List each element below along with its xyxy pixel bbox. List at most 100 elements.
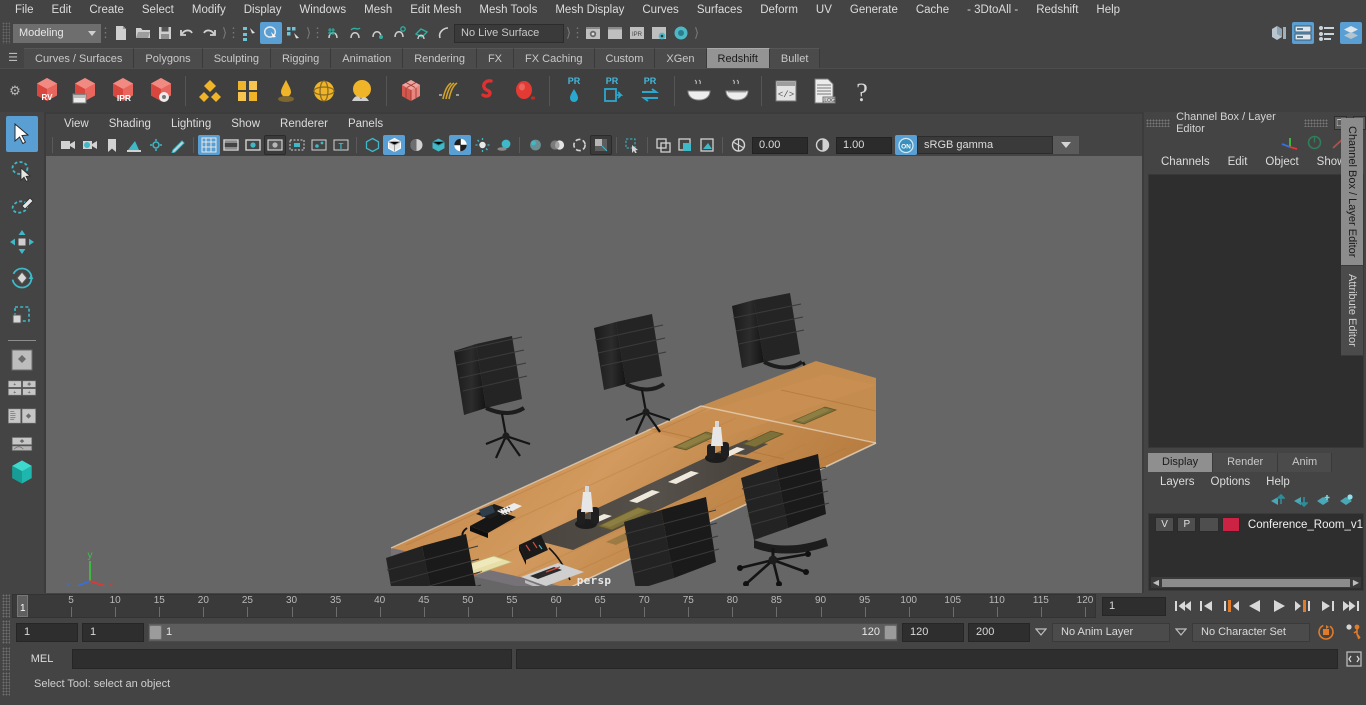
side-tab-attribute-editor[interactable]: Attribute Editor (1341, 266, 1363, 357)
redshift-bake2-icon[interactable] (718, 71, 756, 111)
create-empty-layer-icon[interactable] (1315, 494, 1331, 508)
menu-edit[interactable]: Edit (43, 0, 81, 20)
current-frame-field[interactable]: 1 (1102, 596, 1166, 616)
menu-mesh-display[interactable]: Mesh Display (546, 0, 633, 20)
redshift-render-sequence-icon[interactable] (66, 71, 104, 111)
menu-select[interactable]: Select (133, 0, 183, 20)
channel-box-layer-editor-icon[interactable] (1340, 22, 1362, 44)
use-default-material-icon[interactable] (449, 135, 471, 155)
snap-point-icon[interactable] (366, 22, 388, 44)
persp-viewport[interactable]: y z x persp (46, 156, 1142, 593)
depth-of-field-icon[interactable] (590, 135, 612, 155)
viewport-menu-show[interactable]: Show (221, 114, 270, 134)
scroll-thumb[interactable] (1162, 578, 1350, 587)
ipr-render-icon[interactable]: IPR (626, 22, 648, 44)
animation-preferences-icon[interactable] (1342, 621, 1366, 643)
snap-curve-icon[interactable] (344, 22, 366, 44)
create-layer-from-selected-icon[interactable] (1338, 494, 1354, 508)
text-display-icon[interactable]: T (330, 135, 352, 155)
viewport-menu-lighting[interactable]: Lighting (161, 114, 221, 134)
time-slider-grip[interactable] (2, 594, 10, 618)
lasso-select-tool-icon[interactable] (6, 152, 38, 188)
redshift-pr-point-icon[interactable]: PR (555, 71, 593, 111)
exposure-field[interactable]: 0.00 (752, 136, 808, 154)
range-slider-grip[interactable] (2, 620, 10, 644)
scale-tool-icon[interactable] (6, 296, 38, 332)
grid-toggle-icon[interactable] (198, 135, 220, 155)
menu-mesh-tools[interactable]: Mesh Tools (470, 0, 546, 20)
step-forward-keyframe-icon[interactable] (1316, 595, 1338, 617)
select-object-icon[interactable] (260, 22, 282, 44)
channel-box-menu-object[interactable]: Object (1256, 156, 1307, 168)
select-camera-icon[interactable] (57, 135, 79, 155)
motion-blur-icon[interactable] (546, 135, 568, 155)
move-layer-up-icon[interactable] (1269, 494, 1285, 508)
layer-state-toggle[interactable] (1199, 517, 1219, 532)
channel-box-menu-channels[interactable]: Channels (1152, 156, 1219, 168)
redshift-rv-icon[interactable]: RV (28, 71, 66, 111)
layer-list-scrollbar[interactable]: ◀ ▶ (1151, 577, 1361, 588)
modeling-toolkit-icon[interactable] (1268, 22, 1290, 44)
menu-surfaces[interactable]: Surfaces (688, 0, 751, 20)
render-sequence-icon[interactable] (604, 22, 626, 44)
hypershade-icon[interactable] (670, 22, 692, 44)
range-end-field[interactable]: 120 (902, 622, 964, 642)
scroll-right-icon[interactable]: ▶ (1351, 578, 1361, 587)
redshift-script-icon[interactable]: </> (767, 71, 805, 111)
xray-icon[interactable] (286, 135, 308, 155)
redshift-proxy-icon[interactable] (392, 71, 430, 111)
redshift-material2-icon[interactable] (229, 71, 267, 111)
film-gate-icon[interactable] (220, 135, 242, 155)
viewport-menu-panels[interactable]: Panels (338, 114, 393, 134)
redshift-material-icon[interactable] (191, 71, 229, 111)
layer-menu-layers[interactable]: Layers (1152, 476, 1203, 488)
range-slider[interactable]: 1 120 (148, 622, 898, 642)
current-time-indicator[interactable]: 1 (17, 595, 28, 617)
redshift-ipr-icon[interactable]: IPR (104, 71, 142, 111)
panel-grip[interactable] (1146, 119, 1171, 127)
shelf-tab-custom[interactable]: Custom (594, 48, 656, 68)
viewport-menu-shading[interactable]: Shading (99, 114, 161, 134)
panel-grip-right[interactable] (1303, 119, 1328, 127)
time-slider-track[interactable]: 1 5 10 15 20 25 30 35 40 45 50 55 60 65 70 75 80 85 90 95 1… (12, 594, 1096, 618)
color-space-selector[interactable]: sRGB gamma (917, 136, 1053, 154)
shaded-wireframe-icon[interactable] (405, 135, 427, 155)
menu-create[interactable]: Create (80, 0, 133, 20)
select-tool-icon[interactable] (6, 116, 38, 152)
layer-visibility-toggle[interactable]: V (1155, 517, 1175, 532)
shelf-tab-redshift[interactable]: Redshift (706, 48, 770, 68)
layout-persp-graph-icon[interactable] (7, 431, 37, 457)
anim-layer-selector[interactable]: No Anim Layer (1052, 622, 1170, 642)
isolate-select-icon[interactable] (621, 135, 643, 155)
redshift-pr-export-icon[interactable]: PR (593, 71, 631, 111)
shelf-menu-icon[interactable]: ☰ (2, 46, 24, 68)
attribute-editor-icon[interactable] (1292, 22, 1314, 44)
tool-settings-icon[interactable] (1316, 22, 1338, 44)
bookmark-icon[interactable] (101, 135, 123, 155)
grease-pencil-icon[interactable] (167, 135, 189, 155)
image-plane-icon[interactable] (123, 135, 145, 155)
layout-quad-icon[interactable]: + + + (7, 375, 37, 401)
snap-grid-icon[interactable] (322, 22, 344, 44)
new-scene-icon[interactable] (110, 22, 132, 44)
shelf-tab-sculpting[interactable]: Sculpting (202, 48, 271, 68)
move-tool-icon[interactable] (6, 224, 38, 260)
layer-list[interactable]: V P Conference_Room_v1 ◀ ▶ (1148, 513, 1364, 591)
xray-joints-icon[interactable] (308, 135, 330, 155)
lighting-toggle-icon[interactable] (471, 135, 493, 155)
move-layer-down-icon[interactable] (1292, 494, 1308, 508)
textured-shading-icon[interactable] (427, 135, 449, 155)
step-forward-frame-icon[interactable] (1292, 595, 1314, 617)
redshift-settings-icon[interactable] (142, 71, 180, 111)
range-start-field[interactable]: 1 (82, 622, 144, 642)
redshift-sphere-icon[interactable] (506, 71, 544, 111)
menu-edit-mesh[interactable]: Edit Mesh (401, 0, 470, 20)
redshift-help-icon[interactable]: ? (843, 71, 881, 111)
menu-set-selector[interactable]: Modeling (13, 23, 101, 43)
remove-image-icon[interactable] (696, 135, 718, 155)
menu-redshift[interactable]: Redshift (1027, 0, 1087, 20)
maya-logo-icon[interactable] (7, 459, 37, 485)
shelf-tab-fx[interactable]: FX (476, 48, 515, 68)
viewport-menu-view[interactable]: View (54, 114, 99, 134)
render-settings-icon[interactable] (648, 22, 670, 44)
